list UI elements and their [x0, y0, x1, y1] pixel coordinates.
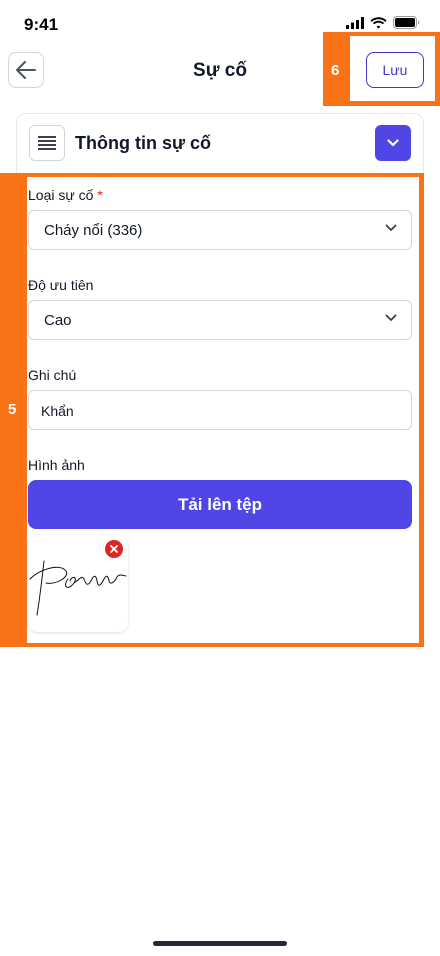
images-label: Hình ảnh — [28, 457, 85, 473]
incident-type-select[interactable]: Cháy nổi (336) — [28, 210, 412, 250]
status-icons — [346, 16, 420, 29]
list-icon — [38, 136, 56, 150]
collapse-button[interactable] — [375, 125, 411, 161]
chevron-down-icon — [385, 314, 397, 321]
signal-icon — [346, 16, 364, 29]
incident-type-value: Cháy nổi (336) — [44, 222, 143, 239]
section-menu-button[interactable] — [29, 125, 65, 161]
section-title: Thông tin sự cố — [75, 133, 212, 153]
upload-file-button[interactable]: Tải lên tệp — [28, 480, 412, 529]
priority-label: Độ ưu tiên — [28, 277, 94, 293]
priority-select[interactable]: Cao — [28, 300, 412, 340]
battery-icon — [393, 16, 420, 29]
priority-value: Cao — [44, 312, 72, 329]
status-time: 9:41 — [24, 15, 59, 34]
incident-type-label: Loại sự cố * — [28, 187, 103, 203]
section-header-card: Thông tin sự cố — [16, 113, 424, 173]
annotation-label-5: 5 — [8, 401, 17, 418]
incident-type-label-text: Loại sự cố — [28, 187, 94, 203]
note-input[interactable]: Khẩn — [28, 390, 412, 430]
save-button[interactable]: Lưu — [366, 52, 424, 88]
close-icon — [110, 545, 118, 553]
annotation-label-6: 6 — [331, 62, 340, 79]
wifi-icon — [370, 16, 387, 29]
chevron-down-icon — [385, 224, 397, 231]
chevron-down-icon — [387, 139, 399, 147]
required-mark: * — [97, 187, 103, 203]
remove-image-button[interactable] — [105, 540, 123, 558]
note-label: Ghi chú — [28, 367, 77, 383]
home-indicator — [153, 941, 287, 946]
note-value: Khẩn — [41, 403, 74, 419]
